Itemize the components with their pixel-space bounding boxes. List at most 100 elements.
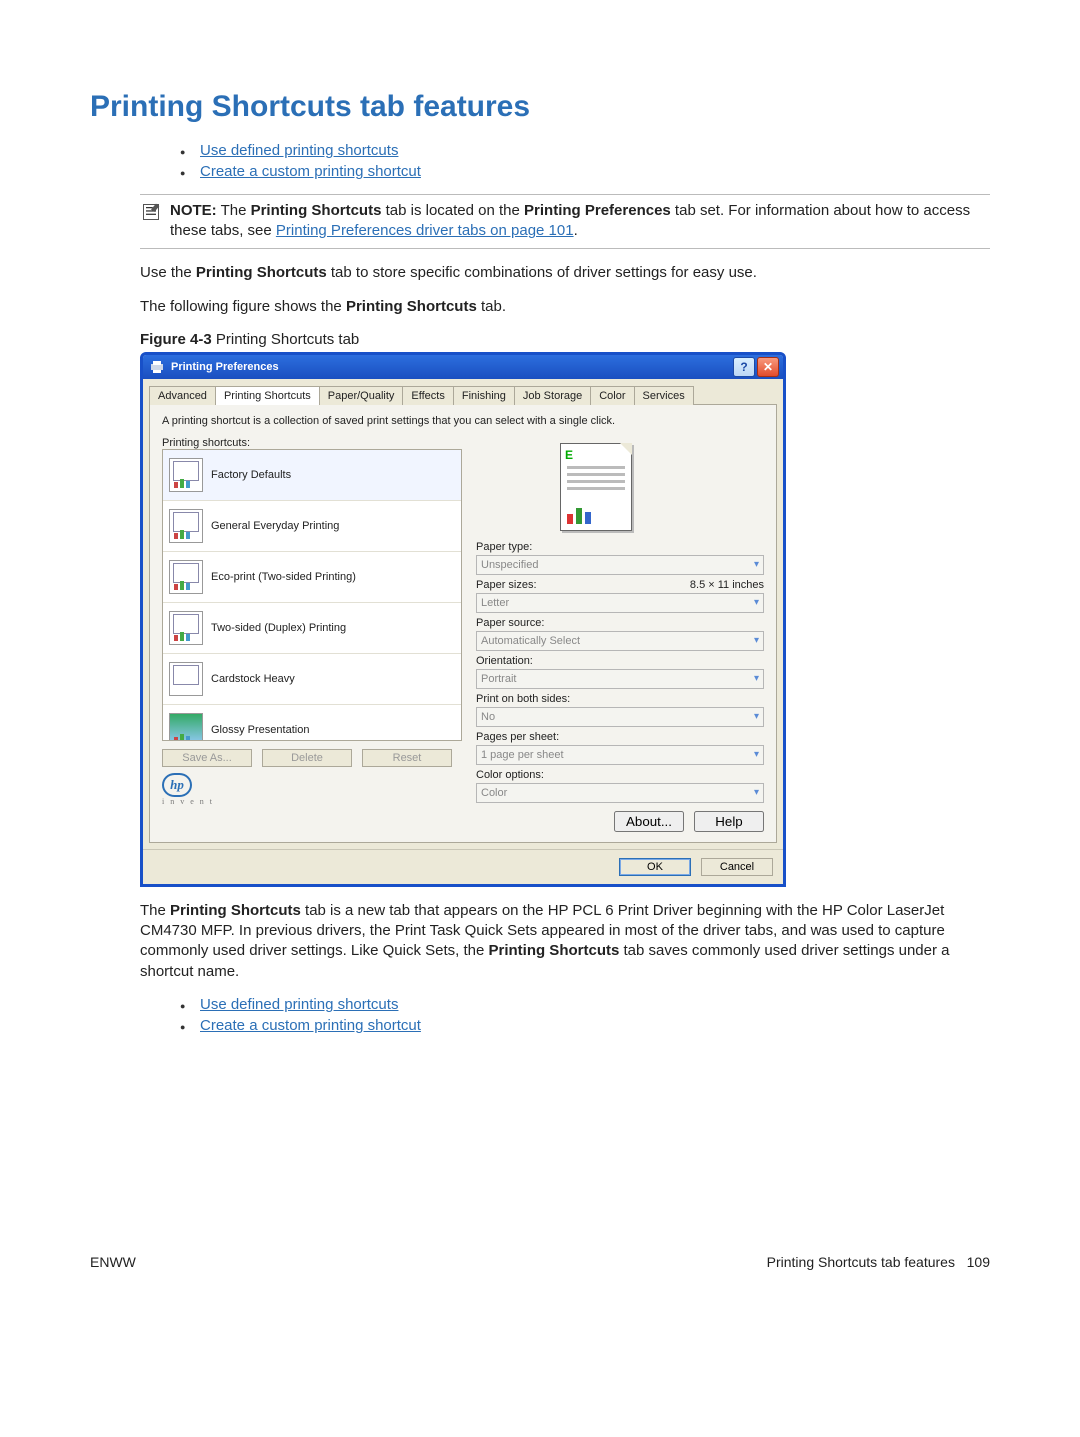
p1c: tab to store specific combinations of dr…: [327, 264, 757, 281]
note-prefix: NOTE:: [170, 202, 217, 219]
reset-button[interactable]: Reset: [362, 749, 452, 767]
tab-paper-quality[interactable]: Paper/Quality: [319, 386, 404, 405]
help-text-button[interactable]: Help: [694, 811, 764, 832]
p2a: The following figure shows the: [140, 298, 346, 315]
paper-sizes-hint: 8.5 × 11 inches: [690, 579, 764, 593]
note-text: NOTE: The Printing Shortcuts tab is loca…: [170, 201, 990, 242]
shortcut-description: A printing shortcut is a collection of s…: [162, 415, 764, 429]
shortcut-label: Factory Defaults: [211, 469, 291, 481]
figure-label: Figure 4-3 Printing Shortcuts tab: [140, 331, 990, 348]
tab-services[interactable]: Services: [634, 386, 694, 405]
shortcut-item-glossy[interactable]: Glossy Presentation: [163, 705, 461, 741]
chevron-down-icon: ▾: [754, 711, 759, 722]
toc-link-create-custom[interactable]: Create a custom printing shortcut: [200, 163, 421, 180]
shortcut-label: Two-sided (Duplex) Printing: [211, 622, 346, 634]
shortcut-list[interactable]: Factory Defaults General Everyday Printi…: [162, 449, 462, 741]
page-title: Printing Shortcuts tab features: [90, 90, 990, 124]
about-button[interactable]: About...: [614, 811, 684, 832]
shortcut-thumb-icon: [169, 713, 203, 741]
summary-para: The Printing Shortcuts tab is a new tab …: [140, 901, 990, 982]
shortcut-thumb-icon: [169, 458, 203, 492]
intro-para-1: Use the Printing Shortcuts tab to store …: [140, 263, 990, 283]
color-options-value: Color: [481, 787, 754, 799]
paper-source-select[interactable]: Automatically Select▾: [476, 631, 764, 651]
pages-per-sheet-select[interactable]: 1 page per sheet▾: [476, 745, 764, 765]
paper-type-value: Unspecified: [481, 559, 754, 571]
tab-advanced[interactable]: Advanced: [149, 386, 216, 405]
shortcut-label: Cardstock Heavy: [211, 673, 295, 685]
pages-per-sheet-label: Pages per sheet:: [476, 731, 764, 743]
shortcut-item-eco-print[interactable]: Eco-print (Two-sided Printing): [163, 552, 461, 603]
paper-type-select[interactable]: Unspecified▾: [476, 555, 764, 575]
color-options-label: Color options:: [476, 769, 764, 781]
toc-bottom: Use defined printing shortcuts Create a …: [160, 996, 990, 1034]
printing-preferences-dialog: Printing Preferences ? ✕ Advanced Printi…: [140, 352, 786, 887]
note-t1: The: [221, 202, 251, 219]
chevron-down-icon: ▾: [754, 749, 759, 760]
paper-source-value: Automatically Select: [481, 635, 754, 647]
shortcut-item-cardstock[interactable]: Cardstock Heavy: [163, 654, 461, 705]
toc-link-use-defined[interactable]: Use defined printing shortcuts: [200, 142, 398, 159]
tab-color[interactable]: Color: [590, 386, 634, 405]
shortcut-item-general-everyday[interactable]: General Everyday Printing: [163, 501, 461, 552]
ok-button[interactable]: OK: [619, 858, 691, 876]
note-block: NOTE: The Printing Shortcuts tab is loca…: [140, 194, 990, 249]
cancel-button[interactable]: Cancel: [701, 858, 773, 876]
shortcut-label: Eco-print (Two-sided Printing): [211, 571, 356, 583]
tab-printing-shortcuts[interactable]: Printing Shortcuts: [215, 386, 320, 405]
toc-link-use-defined-2[interactable]: Use defined printing shortcuts: [200, 996, 398, 1013]
both-sides-select[interactable]: No▾: [476, 707, 764, 727]
orientation-select[interactable]: Portrait▾: [476, 669, 764, 689]
footer-page: 109: [967, 1254, 990, 1270]
note-link[interactable]: Printing Preferences driver tabs on page…: [276, 222, 574, 239]
note-icon: [140, 201, 162, 223]
shortcut-thumb-icon: [169, 611, 203, 645]
shortcut-list-label: Printing shortcuts:: [162, 437, 462, 449]
close-button[interactable]: ✕: [757, 357, 779, 377]
p2b: Printing Shortcuts: [346, 298, 477, 315]
fig-cap: Printing Shortcuts tab: [212, 331, 360, 348]
shortcut-thumb-icon: [169, 560, 203, 594]
p3d: Printing Shortcuts: [488, 942, 619, 959]
shortcut-label: General Everyday Printing: [211, 520, 339, 532]
both-sides-label: Print on both sides:: [476, 693, 764, 705]
p1a: Use the: [140, 264, 196, 281]
shortcut-thumb-icon: [169, 509, 203, 543]
page-footer: ENWW Printing Shortcuts tab features 109: [90, 1254, 990, 1270]
toc-top: Use defined printing shortcuts Create a …: [160, 142, 990, 180]
toc-link-create-custom-2[interactable]: Create a custom printing shortcut: [200, 1017, 421, 1034]
note-b1: Printing Shortcuts: [251, 202, 382, 219]
help-button[interactable]: ?: [733, 357, 755, 377]
hp-invent-text: i n v e n t: [162, 797, 462, 806]
orientation-label: Orientation:: [476, 655, 764, 667]
footer-left: ENWW: [90, 1254, 136, 1270]
shortcut-item-duplex[interactable]: Two-sided (Duplex) Printing: [163, 603, 461, 654]
p3b: Printing Shortcuts: [170, 902, 301, 919]
note-b2: Printing Preferences: [524, 202, 671, 219]
p1b: Printing Shortcuts: [196, 264, 327, 281]
both-sides-value: No: [481, 711, 754, 723]
paper-sizes-label: Paper sizes:: [476, 579, 537, 591]
paper-type-label: Paper type:: [476, 541, 764, 553]
p2c: tab.: [477, 298, 506, 315]
chevron-down-icon: ▾: [754, 597, 759, 608]
tab-strip: Advanced Printing Shortcuts Paper/Qualit…: [143, 379, 783, 404]
paper-sizes-select[interactable]: Letter▾: [476, 593, 764, 613]
chevron-down-icon: ▾: [754, 559, 759, 570]
tab-effects[interactable]: Effects: [402, 386, 453, 405]
titlebar: Printing Preferences ? ✕: [143, 355, 783, 379]
delete-button[interactable]: Delete: [262, 749, 352, 767]
paper-source-label: Paper source:: [476, 617, 764, 629]
color-options-select[interactable]: Color▾: [476, 783, 764, 803]
page-preview: E: [536, 437, 656, 537]
save-as-button[interactable]: Save As...: [162, 749, 252, 767]
tab-job-storage[interactable]: Job Storage: [514, 386, 591, 405]
fig-num: Figure 4-3: [140, 331, 212, 348]
p3a: The: [140, 902, 170, 919]
shortcut-item-factory-defaults[interactable]: Factory Defaults: [163, 450, 461, 501]
tab-body: A printing shortcut is a collection of s…: [149, 404, 777, 843]
note-t4: .: [574, 222, 578, 239]
orientation-value: Portrait: [481, 673, 754, 685]
shortcut-thumb-icon: [169, 662, 203, 696]
tab-finishing[interactable]: Finishing: [453, 386, 515, 405]
